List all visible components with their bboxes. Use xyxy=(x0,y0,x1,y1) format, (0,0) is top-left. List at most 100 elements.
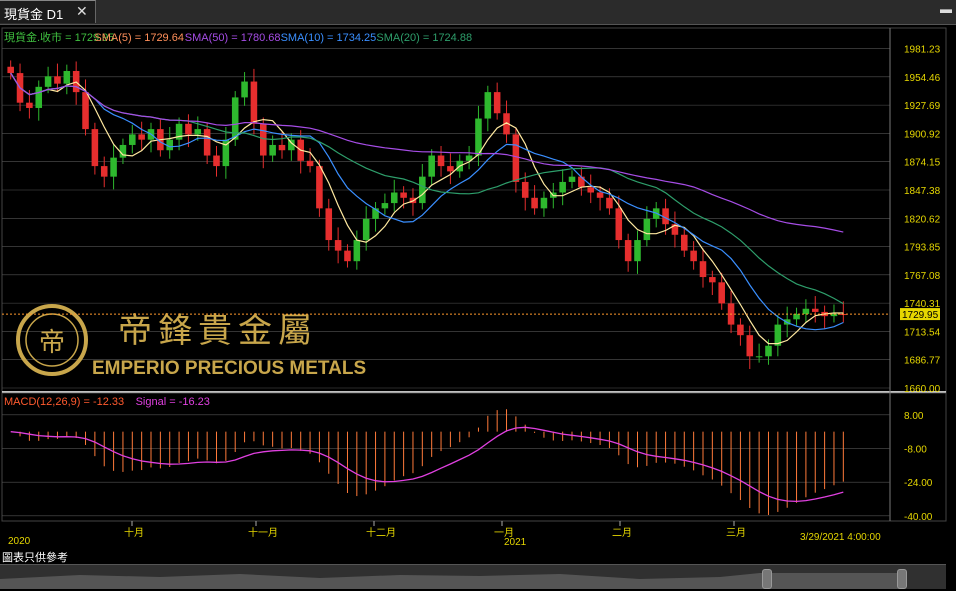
month-label: 十二月 xyxy=(366,526,396,539)
candle-body xyxy=(587,187,594,193)
macd-panel xyxy=(1,392,947,522)
candle-body xyxy=(699,261,707,278)
candle-body xyxy=(634,240,641,262)
candle-body xyxy=(521,181,529,198)
candle-body xyxy=(54,76,61,84)
candle-body xyxy=(325,208,333,241)
price-tick-label: 1847.38 xyxy=(904,186,941,197)
candle-body xyxy=(437,155,445,167)
candle-body xyxy=(765,345,772,357)
candle-body xyxy=(419,176,426,204)
price-chart[interactable]: 帝 帝鋒貴金屬 EMPERIO PRECIOUS METALS 1981.23 1… xyxy=(0,24,950,564)
candle-body xyxy=(353,240,361,262)
candle-body xyxy=(362,218,370,241)
overview-sparkline xyxy=(0,573,900,589)
candle-body xyxy=(185,123,192,135)
close-icon[interactable]: ✕ xyxy=(76,3,88,20)
macd-tick-label: -24.00 xyxy=(904,478,933,489)
candle-body xyxy=(194,129,202,135)
price-tick-label: 1793.85 xyxy=(904,243,941,254)
price-tick-label: 1954.46 xyxy=(904,73,941,84)
last-timestamp-label: 3/29/2021 4:00:00 xyxy=(800,532,881,543)
main-legend-entry: SMA(20) = 1724.88 xyxy=(376,32,472,44)
candle-body xyxy=(44,76,52,87)
candle-body xyxy=(737,324,744,336)
logo-english-name: EMPERIO PRECIOUS METALS xyxy=(92,358,366,379)
candle-body xyxy=(269,144,276,156)
candle-body xyxy=(110,157,117,177)
candle-body xyxy=(213,155,220,167)
time-scrollbar[interactable] xyxy=(0,564,946,589)
candle-body xyxy=(709,277,716,283)
candle-body xyxy=(250,81,258,124)
main-legend-entry: SMA(10) = 1734.25 xyxy=(281,32,377,44)
month-label: 三月 xyxy=(726,527,746,539)
candle-body xyxy=(241,81,248,98)
candle-body xyxy=(129,134,136,145)
candle-body xyxy=(7,66,14,74)
candle-body xyxy=(484,92,492,119)
main-legend-entry: SMA(50) = 1780.68 xyxy=(185,32,281,44)
candle-body xyxy=(811,308,819,312)
candle-body xyxy=(63,70,71,84)
main-legend-entry: SMA(5) = 1729.64 xyxy=(94,32,184,44)
candle-body xyxy=(531,197,538,209)
menu-icon[interactable]: ▬ xyxy=(940,2,952,16)
macd-tick-label: -40.00 xyxy=(904,512,933,523)
candle-body xyxy=(606,197,613,209)
candle-body xyxy=(624,240,632,262)
year-label: 2020 xyxy=(8,536,31,547)
candle-body xyxy=(690,250,697,262)
price-tick-label: 1981.23 xyxy=(904,45,941,56)
logo-chinese-name: 帝鋒貴金屬 xyxy=(118,312,318,350)
candle-body xyxy=(755,356,763,358)
candle-body xyxy=(568,176,576,182)
candle-body xyxy=(203,129,211,156)
tab-bar: 現貨金 D1 ✕ ▬ xyxy=(0,0,956,25)
candle-body xyxy=(559,181,566,193)
candle-body xyxy=(447,166,454,172)
logo-emblem-glyph: 帝 xyxy=(39,328,65,357)
price-tick-label: 1900.92 xyxy=(904,129,941,140)
candle-body xyxy=(381,203,389,209)
price-tick-label: 1713.54 xyxy=(904,327,941,338)
tab-gold-d1[interactable]: 現貨金 D1 ✕ xyxy=(0,0,96,23)
candle-body xyxy=(344,250,351,262)
candle-body xyxy=(578,176,585,188)
candle-body xyxy=(316,166,323,209)
price-tick-label: 1767.08 xyxy=(904,271,941,282)
disclaimer-note: 圖表只供參考 xyxy=(2,552,68,564)
price-tick-label: 1874.15 xyxy=(904,158,941,169)
month-label: 十月 xyxy=(124,526,144,539)
price-tick-label: 1686.77 xyxy=(904,356,941,367)
tab-title: 現貨金 D1 xyxy=(4,7,64,22)
scroll-handle-right[interactable] xyxy=(897,569,907,589)
candle-body xyxy=(793,314,800,320)
candle-body xyxy=(26,102,33,108)
month-label: 二月 xyxy=(612,527,632,539)
candle-body xyxy=(428,155,435,177)
candle-body xyxy=(260,123,267,156)
candle-body xyxy=(493,92,501,114)
scroll-handle-left[interactable] xyxy=(762,569,772,589)
candle-body xyxy=(334,240,342,251)
candle-body xyxy=(390,192,398,204)
candle-body xyxy=(596,192,604,198)
price-tick-label: 1660.00 xyxy=(904,384,941,395)
candle-body xyxy=(306,160,314,167)
macd-legend-entry: Signal = -16.23 xyxy=(136,396,210,408)
current-price-label: 1729.95 xyxy=(902,310,939,321)
macd-tick-label: 8.00 xyxy=(904,411,924,422)
candle-body xyxy=(278,144,286,151)
candle-body xyxy=(802,308,810,315)
candle-body xyxy=(643,218,651,241)
year-label: 2021 xyxy=(504,537,527,548)
candle-body xyxy=(91,129,99,167)
candle-body xyxy=(540,197,548,209)
candle-body xyxy=(35,86,43,108)
price-tick-label: 1820.62 xyxy=(904,214,941,225)
candle-body xyxy=(512,134,520,182)
candle-body xyxy=(681,234,688,251)
candle-body xyxy=(100,166,108,177)
price-tick-label: 1927.69 xyxy=(904,101,941,112)
